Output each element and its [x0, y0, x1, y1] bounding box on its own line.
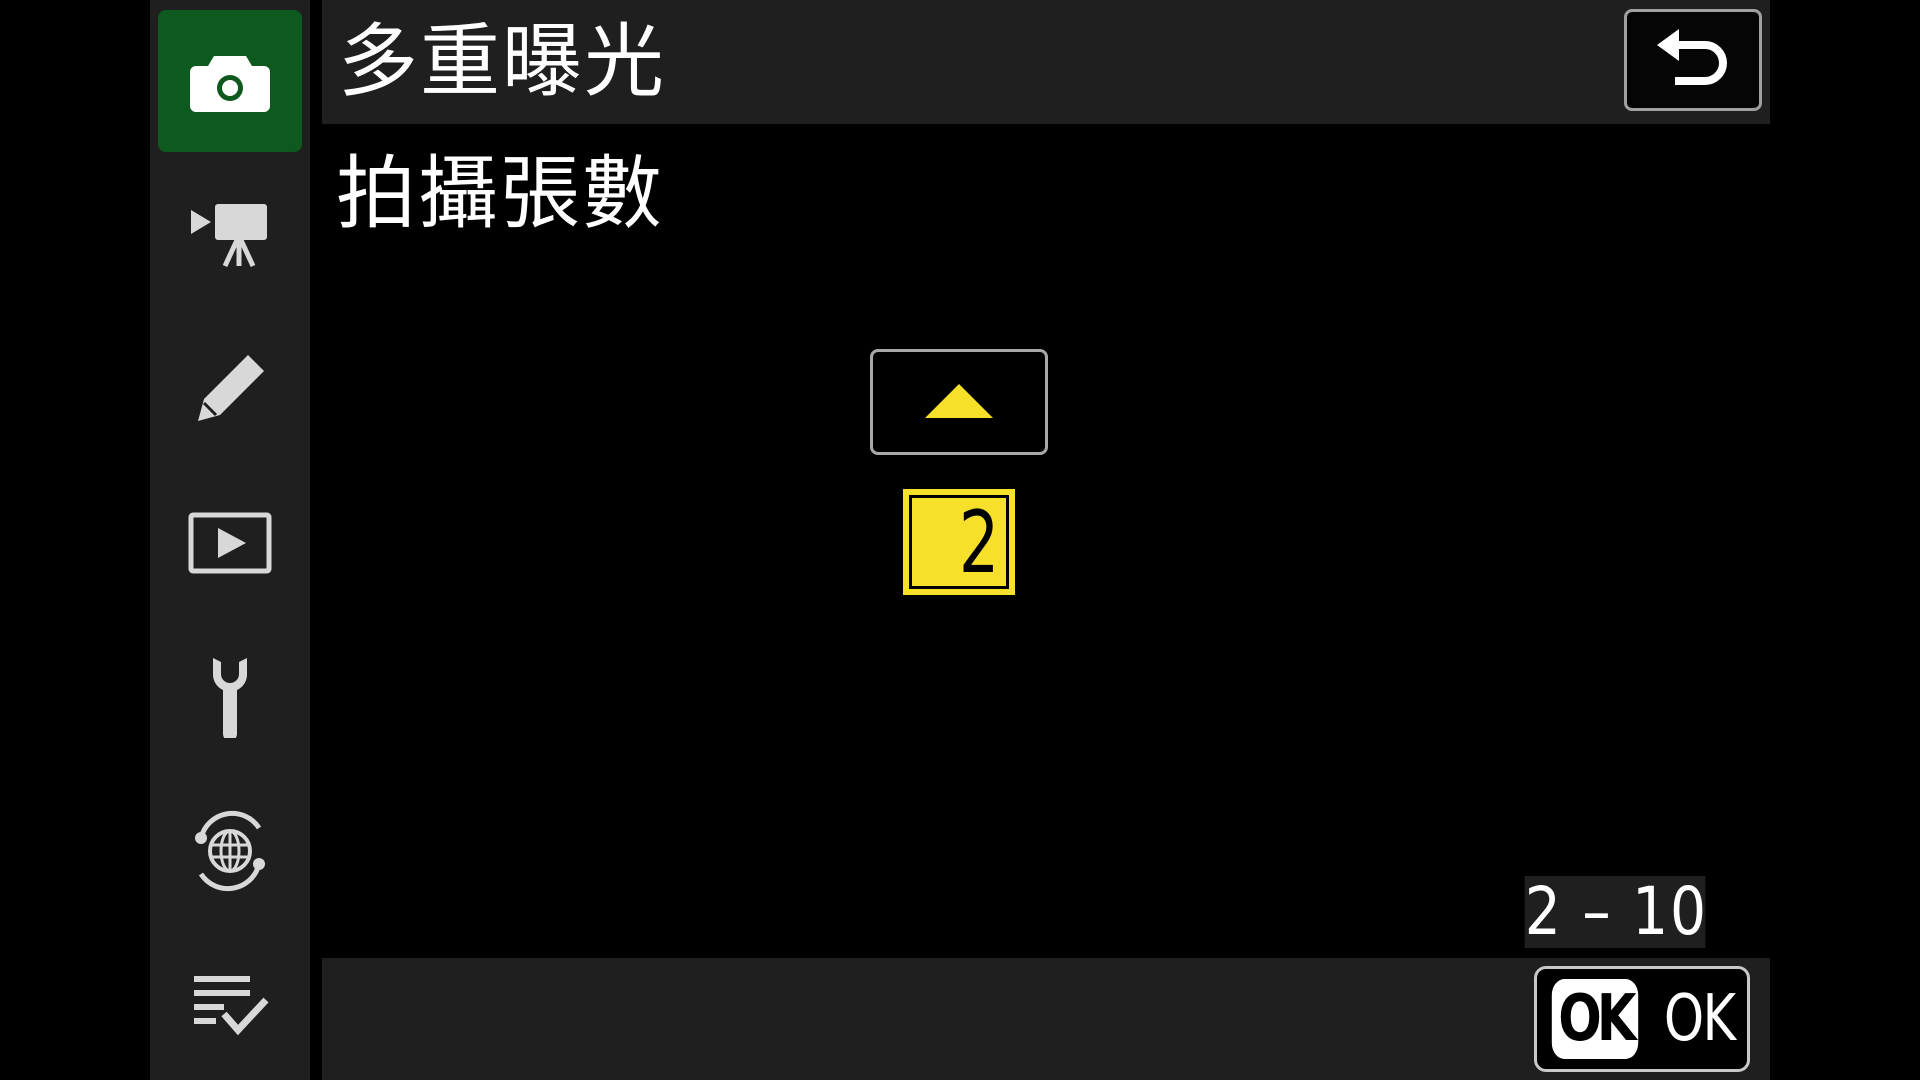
- my-menu-icon: [194, 976, 269, 1036]
- tab-photo-shooting[interactable]: [158, 10, 302, 152]
- up-arrow-icon: [925, 384, 993, 418]
- ok-button[interactable]: OK OK: [1534, 966, 1750, 1072]
- camera-icon: [190, 56, 270, 112]
- pencil-icon: [198, 355, 264, 421]
- setting-label: 拍攝張數: [336, 147, 664, 240]
- tab-network[interactable]: [158, 780, 302, 922]
- ok-badge-icon: OK: [1551, 979, 1639, 1059]
- movie-camera-icon: [191, 204, 267, 268]
- value-range: 2 – 10: [1524, 873, 1708, 950]
- tab-playback[interactable]: [158, 472, 302, 614]
- tab-setup[interactable]: [158, 626, 302, 768]
- menu-footer: OK OK: [322, 958, 1770, 1080]
- tab-movie-shooting[interactable]: [158, 164, 302, 306]
- tab-custom-settings[interactable]: [158, 318, 302, 460]
- wrench-icon: [212, 658, 248, 738]
- increment-button[interactable]: [870, 349, 1048, 455]
- page-title: 多重曝光: [338, 15, 666, 108]
- current-value: 2: [958, 493, 999, 593]
- playback-icon: [188, 512, 272, 574]
- tab-my-menu[interactable]: [158, 934, 302, 1076]
- value-selector[interactable]: 2: [903, 489, 1015, 595]
- menu-tab-sidebar: [150, 0, 310, 1080]
- return-icon: [1657, 29, 1727, 85]
- menu-header: 多重曝光: [322, 0, 1770, 124]
- back-button[interactable]: [1624, 9, 1762, 111]
- camera-menu-screen: 多重曝光 拍攝張數 2 2 – 10 OK OK: [0, 0, 1920, 1080]
- ok-label: OK: [1663, 982, 1736, 1056]
- network-icon: [195, 810, 265, 892]
